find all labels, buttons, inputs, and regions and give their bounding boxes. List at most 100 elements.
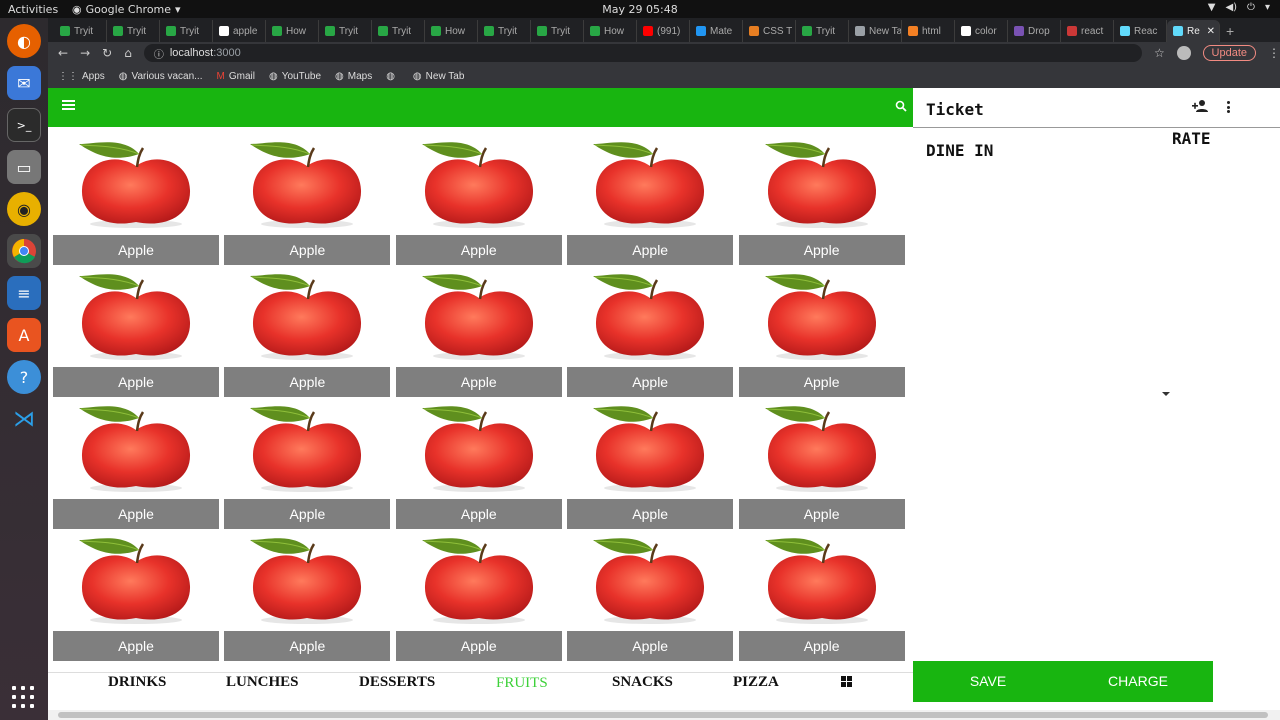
files-icon[interactable]: ▭ bbox=[7, 150, 41, 184]
product-label[interactable]: Apple bbox=[395, 631, 562, 661]
scrollbar-thumb[interactable] bbox=[58, 712, 1268, 718]
browser-tab[interactable]: How bbox=[425, 20, 478, 42]
product-card[interactable]: Apple bbox=[567, 398, 734, 530]
thunderbird-icon[interactable]: ✉ bbox=[7, 66, 41, 100]
rhythmbox-icon[interactable]: ◉ bbox=[7, 192, 41, 226]
product-image[interactable] bbox=[739, 134, 905, 234]
more-icon[interactable]: ⋮ bbox=[1268, 46, 1280, 60]
help-icon[interactable]: ? bbox=[7, 360, 41, 394]
product-label[interactable]: Apple bbox=[224, 235, 391, 265]
browser-tab[interactable]: Tryit bbox=[160, 20, 213, 42]
horizontal-scrollbar[interactable] bbox=[48, 710, 1280, 720]
product-image[interactable] bbox=[739, 398, 905, 498]
browser-tab[interactable]: Tryit bbox=[531, 20, 584, 42]
search-icon[interactable] bbox=[895, 100, 907, 112]
browser-tab[interactable]: (991) bbox=[637, 20, 690, 42]
browser-tab[interactable]: CSS T bbox=[743, 20, 796, 42]
product-image[interactable] bbox=[224, 266, 390, 366]
product-image[interactable] bbox=[567, 398, 733, 498]
bookmark-item[interactable]: ◍ New Tab bbox=[413, 71, 464, 82]
browser-tab[interactable]: Mate bbox=[690, 20, 743, 42]
browser-tab[interactable]: html bbox=[902, 20, 955, 42]
product-card[interactable]: Apple bbox=[738, 530, 905, 662]
product-card[interactable]: Apple bbox=[224, 134, 391, 266]
product-image[interactable] bbox=[396, 530, 562, 630]
product-card[interactable]: Apple bbox=[224, 266, 391, 398]
order-type[interactable]: DINE IN bbox=[926, 141, 993, 160]
product-card[interactable]: Apple bbox=[53, 398, 219, 530]
hamburger-menu-icon[interactable] bbox=[62, 100, 75, 110]
product-label[interactable]: Apple bbox=[224, 499, 391, 529]
app-menu[interactable]: ◉ Google Chrome ▾ bbox=[72, 3, 181, 16]
product-label[interactable]: Apple bbox=[738, 631, 905, 661]
system-tray[interactable]: ▼ ◀) ⏻ ▾ bbox=[1208, 2, 1270, 13]
product-label[interactable]: Apple bbox=[53, 499, 219, 529]
grid-view-icon[interactable] bbox=[841, 676, 852, 687]
product-label[interactable]: Apple bbox=[738, 367, 905, 397]
product-image[interactable] bbox=[396, 266, 562, 366]
product-image[interactable] bbox=[224, 134, 390, 234]
browser-tab[interactable]: Tryit bbox=[796, 20, 849, 42]
browser-tab[interactable]: How bbox=[584, 20, 637, 42]
product-label[interactable]: Apple bbox=[738, 499, 905, 529]
browser-tab[interactable]: color bbox=[955, 20, 1008, 42]
product-label[interactable]: Apple bbox=[567, 367, 734, 397]
product-image[interactable] bbox=[567, 266, 733, 366]
category-tab[interactable]: FRUITS bbox=[496, 675, 548, 692]
browser-tab[interactable]: Tryit bbox=[107, 20, 160, 42]
browser-tab[interactable]: Tryit bbox=[54, 20, 107, 42]
product-card[interactable]: Apple bbox=[738, 134, 905, 266]
product-label[interactable]: Apple bbox=[738, 235, 905, 265]
add-person-icon[interactable] bbox=[1192, 99, 1208, 113]
forward-icon[interactable]: → bbox=[80, 46, 90, 60]
product-image[interactable] bbox=[224, 530, 390, 630]
product-label[interactable]: Apple bbox=[53, 235, 219, 265]
home-icon[interactable]: ⌂ bbox=[124, 46, 132, 60]
product-label[interactable]: Apple bbox=[53, 631, 219, 661]
product-label[interactable]: Apple bbox=[395, 235, 562, 265]
product-label[interactable]: Apple bbox=[224, 631, 391, 661]
firefox-icon[interactable]: ◐ bbox=[7, 24, 41, 58]
new-tab-icon[interactable]: + bbox=[1220, 20, 1234, 42]
category-tab[interactable]: SNACKS bbox=[612, 674, 673, 691]
product-card[interactable]: Apple bbox=[395, 134, 562, 266]
product-label[interactable]: Apple bbox=[53, 367, 219, 397]
profile-avatar[interactable] bbox=[1176, 46, 1191, 60]
product-image[interactable] bbox=[567, 530, 733, 630]
product-card[interactable]: Apple bbox=[224, 398, 391, 530]
browser-tab[interactable]: Reac bbox=[1114, 20, 1167, 42]
category-tab[interactable]: LUNCHES bbox=[226, 674, 299, 691]
product-card[interactable]: Apple bbox=[53, 530, 219, 662]
bookmark-item[interactable]: ◍ Various vacan... bbox=[119, 71, 203, 82]
product-card[interactable]: Apple bbox=[395, 266, 562, 398]
product-card[interactable]: Apple bbox=[53, 266, 219, 398]
browser-tab[interactable]: Tryit bbox=[372, 20, 425, 42]
category-tab[interactable]: DRINKS bbox=[108, 674, 166, 691]
charge-button[interactable]: CHARGE bbox=[1063, 661, 1213, 702]
product-card[interactable]: Apple bbox=[738, 398, 905, 530]
address-bar[interactable]: ⓘ localhost:3000 bbox=[143, 44, 1143, 62]
product-label[interactable]: Apple bbox=[567, 499, 734, 529]
activities-button[interactable]: Activities bbox=[0, 3, 70, 16]
product-label[interactable]: Apple bbox=[567, 235, 734, 265]
browser-tab[interactable]: Tryit bbox=[319, 20, 372, 42]
product-card[interactable]: Apple bbox=[567, 530, 734, 662]
product-card[interactable]: Apple bbox=[567, 134, 734, 266]
product-card[interactable]: Apple bbox=[738, 266, 905, 398]
product-image[interactable] bbox=[53, 398, 219, 498]
close-tab-icon[interactable]: ✕ bbox=[1207, 26, 1219, 37]
product-image[interactable] bbox=[739, 266, 905, 366]
product-image[interactable] bbox=[53, 266, 219, 366]
bookmark-item[interactable]: ⋮⋮ Apps bbox=[58, 71, 105, 82]
browser-tab[interactable]: Drop bbox=[1008, 20, 1061, 42]
category-tab[interactable]: PIZZA bbox=[733, 674, 779, 691]
product-image[interactable] bbox=[567, 134, 733, 234]
bookmark-item[interactable]: ◍ YouTube bbox=[269, 71, 321, 82]
product-card[interactable]: Apple bbox=[224, 530, 391, 662]
bookmark-star-icon[interactable]: ☆ bbox=[1154, 46, 1165, 60]
product-image[interactable] bbox=[396, 398, 562, 498]
product-card[interactable]: Apple bbox=[567, 266, 734, 398]
category-tab[interactable]: DESSERTS bbox=[359, 674, 435, 691]
browser-tab[interactable]: react bbox=[1061, 20, 1114, 42]
browser-tab[interactable]: apple bbox=[213, 20, 266, 42]
